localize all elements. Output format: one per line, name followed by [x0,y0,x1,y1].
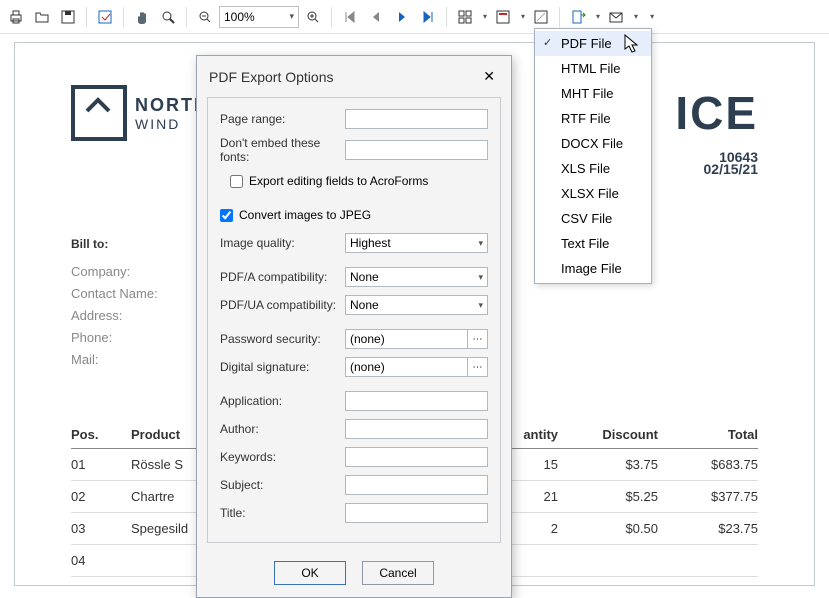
last-page-icon[interactable] [416,5,440,29]
hand-icon[interactable] [130,5,154,29]
image-quality-select[interactable]: Highest▾ [345,233,488,253]
toolbar-overflow[interactable]: ▾ [648,12,656,21]
dialog-title: PDF Export Options [209,69,334,85]
pagecolor-dropdown[interactable]: ▾ [519,12,527,21]
zoom-out-icon[interactable] [193,5,217,29]
cancel-button[interactable]: Cancel [362,561,434,585]
prev-page-icon[interactable] [364,5,388,29]
signature-ellipsis-button[interactable]: ⋯ [468,357,488,377]
invoice-title: ICE [675,86,758,140]
convert-jpeg-checkbox[interactable]: Convert images to JPEG [220,208,371,222]
logo-mark [71,85,127,141]
password-ellipsis-button[interactable]: ⋯ [468,329,488,349]
next-page-icon[interactable] [390,5,414,29]
application-input[interactable] [345,391,488,411]
pdfa-select[interactable]: None▾ [345,267,488,287]
export-menu-item[interactable]: DOCX File [535,131,651,156]
export-menu-item[interactable]: CSV File [535,206,651,231]
author-input[interactable] [345,419,488,439]
pdf-export-dialog: PDF Export Options ✕ Page range: Don't e… [196,55,512,598]
export-menu-item[interactable]: RTF File [535,106,651,131]
open-icon[interactable] [30,5,54,29]
export-menu-item[interactable]: MHT File [535,81,651,106]
export-menu-item[interactable]: Image File [535,256,651,281]
ok-button[interactable]: OK [274,561,346,585]
watermark-icon[interactable] [529,5,553,29]
export-format-menu: PDF FileHTML FileMHT FileRTF FileDOCX Fi… [534,28,652,284]
zoom-in-icon[interactable] [301,5,325,29]
page-range-input[interactable] [345,109,488,129]
keywords-input[interactable] [345,447,488,467]
multipage-dropdown[interactable]: ▾ [481,12,489,21]
export-menu-item[interactable]: PDF File [535,31,651,56]
export-menu-item[interactable]: XLSX File [535,181,651,206]
magnifier-icon[interactable] [156,5,180,29]
export-menu-item[interactable]: Text File [535,231,651,256]
zoom-select[interactable]: 100%▾ [219,6,299,28]
title-input[interactable] [345,503,488,523]
subject-input[interactable] [345,475,488,495]
export-fields-checkbox[interactable]: Export editing fields to AcroForms [230,174,428,188]
save-icon[interactable] [56,5,80,29]
dialog-close-icon[interactable]: ✕ [479,66,499,87]
multipage-icon[interactable] [453,5,477,29]
first-page-icon[interactable] [338,5,362,29]
export-dropdown[interactable]: ▾ [594,12,602,21]
pdfua-select[interactable]: None▾ [345,295,488,315]
toolbar: 100%▾ ▾ ▾ ▾ ▾ ▾ [0,0,829,34]
export-menu-item[interactable]: HTML File [535,56,651,81]
export-icon[interactable] [566,5,590,29]
parameters-icon[interactable] [93,5,117,29]
signature-value: (none) [345,357,468,377]
email-dropdown[interactable]: ▾ [632,12,640,21]
pagecolor-icon[interactable] [491,5,515,29]
email-icon[interactable] [604,5,628,29]
dont-embed-fonts-input[interactable] [345,140,488,160]
print-icon[interactable] [4,5,28,29]
password-value: (none) [345,329,468,349]
export-menu-item[interactable]: XLS File [535,156,651,181]
